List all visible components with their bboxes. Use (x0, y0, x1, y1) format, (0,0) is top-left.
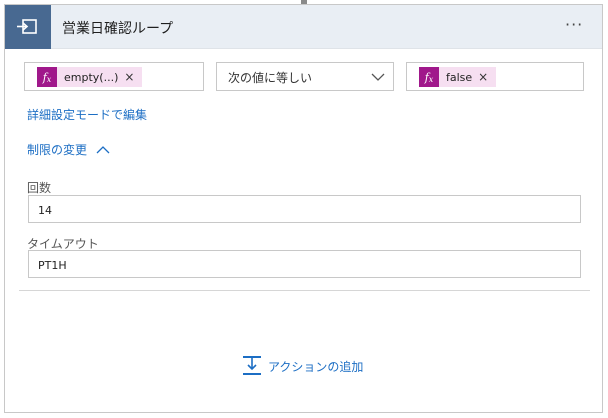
operator-selected-value: 次の値に等しい (228, 71, 313, 85)
loop-icon (17, 19, 37, 34)
chevron-up-icon (96, 146, 110, 154)
operator-dropdown[interactable]: 次の値に等しい (216, 62, 394, 91)
add-action-label: アクションの追加 (268, 359, 364, 374)
token-label: false (446, 70, 473, 84)
remove-token-icon[interactable]: × (124, 70, 142, 84)
count-input[interactable]: 14 (28, 195, 581, 223)
change-limits-toggle[interactable]: 制限の変更 (27, 141, 110, 158)
chevron-down-icon (371, 73, 385, 81)
loop-icon-box (5, 5, 51, 49)
fx-icon: fx (419, 67, 439, 87)
timeout-input[interactable]: PT1H (28, 250, 581, 278)
add-action-button[interactable]: アクションの追加 (242, 355, 363, 377)
more-options-icon[interactable]: ··· (565, 15, 583, 34)
loop-action-card: 営業日確認ループ ··· fx empty(...) × 次の値に等しい fx … (4, 4, 603, 413)
card-title[interactable]: 営業日確認ループ (62, 18, 173, 38)
condition-left-field[interactable]: fx empty(...) × (24, 62, 204, 91)
fx-icon: fx (37, 67, 57, 87)
add-action-icon (243, 356, 261, 375)
token-label: empty(...) (64, 70, 119, 84)
card-header[interactable]: 営業日確認ループ ··· (5, 5, 602, 49)
expression-token-right[interactable]: fx false × (419, 67, 497, 87)
expression-token-left[interactable]: fx empty(...) × (37, 67, 143, 87)
count-label: 回数 (27, 181, 52, 195)
advanced-mode-link[interactable]: 詳細設定モードで編集 (27, 106, 147, 123)
condition-right-field[interactable]: fx false × (406, 62, 584, 91)
divider (19, 290, 590, 291)
change-limits-label: 制限の変更 (27, 143, 88, 157)
remove-token-icon[interactable]: × (478, 70, 496, 84)
